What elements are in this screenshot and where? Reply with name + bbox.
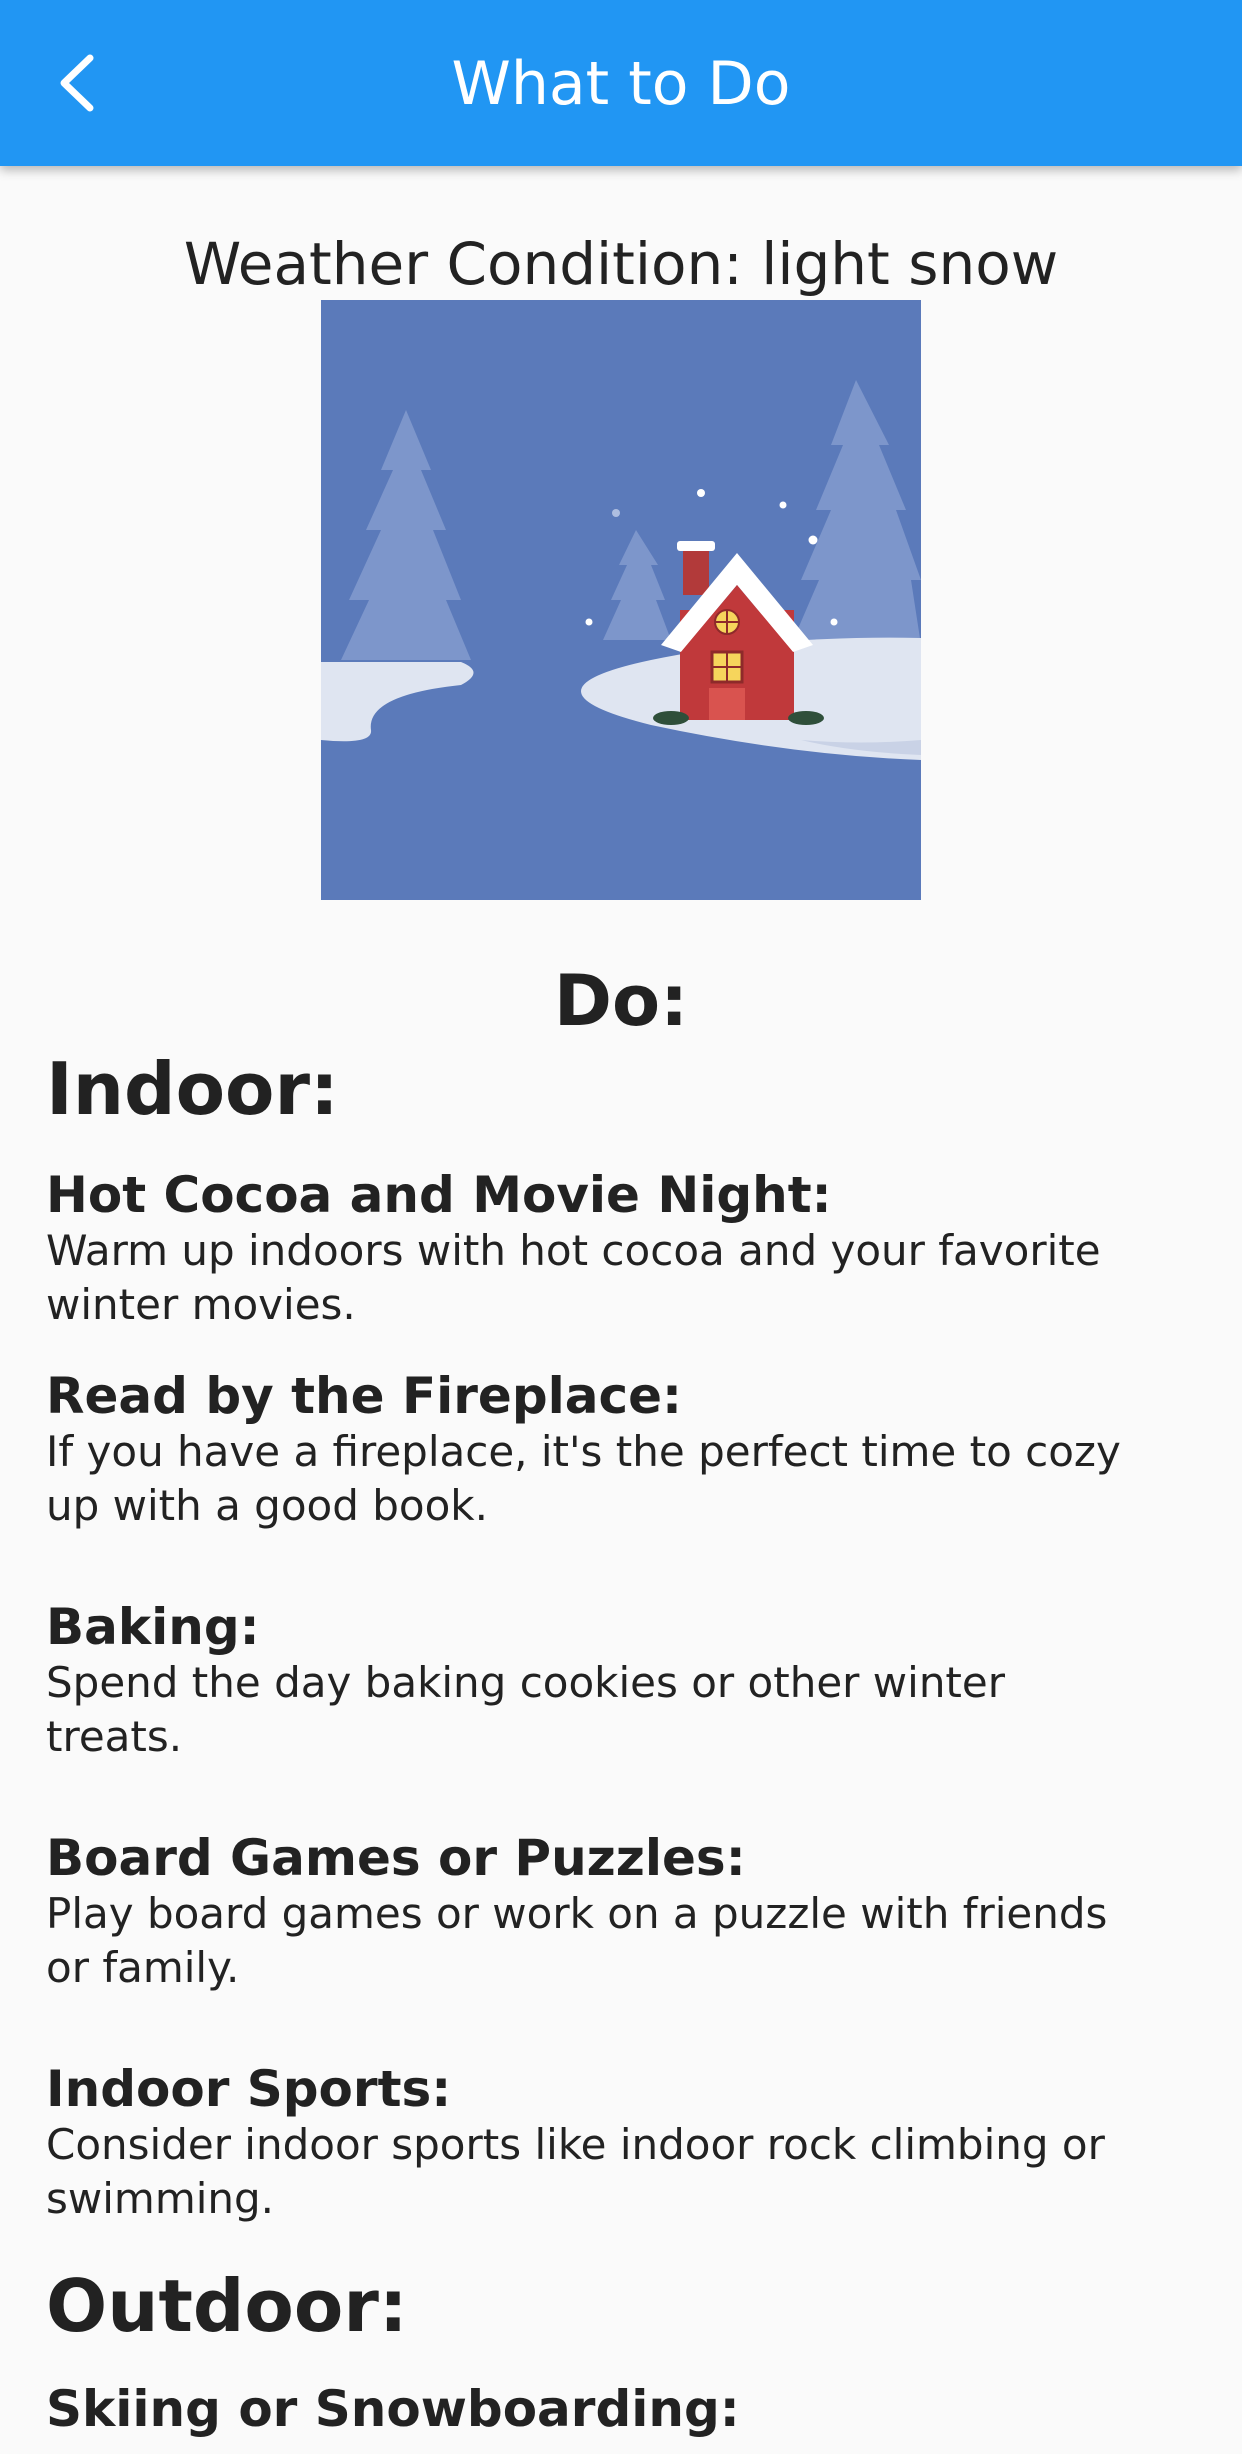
activity-title: Baking: — [46, 1598, 260, 1656]
activity-description: If you have a fireplace, it's the perfec… — [46, 1427, 1121, 1530]
activity-description: Spend the day baking cookies or other wi… — [46, 1658, 1006, 1761]
activity-item: Skiing or Snowboarding: — [46, 2380, 1126, 2438]
activity-item: Read by the Fireplace: If you have a fir… — [46, 1367, 1126, 1533]
weather-illustration — [321, 300, 921, 900]
activity-item: Baking: Spend the day baking cookies or … — [46, 1598, 1126, 1764]
activity-title: Read by the Fireplace: — [46, 1367, 683, 1425]
activity-title: Skiing or Snowboarding: — [46, 2380, 740, 2438]
activity-item: Hot Cocoa and Movie Night: Warm up indoo… — [46, 1166, 1126, 1332]
activity-title: Indoor Sports: — [46, 2060, 452, 2118]
activity-title: Board Games or Puzzles: — [46, 1829, 746, 1887]
activity-item: Indoor Sports: Consider indoor sports li… — [46, 2060, 1126, 2226]
weather-condition-label: Weather Condition: light snow — [183, 230, 1059, 298]
activity-description: Warm up indoors with hot cocoa and your … — [46, 1226, 1101, 1329]
app-bar: What to Do — [0, 0, 1242, 166]
activity-title: Hot Cocoa and Movie Night: — [46, 1166, 832, 1224]
activity-description: Consider indoor sports like indoor rock … — [46, 2120, 1105, 2223]
do-heading: Do: — [553, 960, 689, 1042]
activity-item: Board Games or Puzzles: Play board games… — [46, 1829, 1126, 1995]
indoor-heading: Indoor: — [46, 1047, 339, 1131]
activity-description: Play board games or work on a puzzle wit… — [46, 1889, 1108, 1992]
page-title: What to Do — [451, 49, 791, 119]
outdoor-heading: Outdoor: — [46, 2264, 408, 2348]
